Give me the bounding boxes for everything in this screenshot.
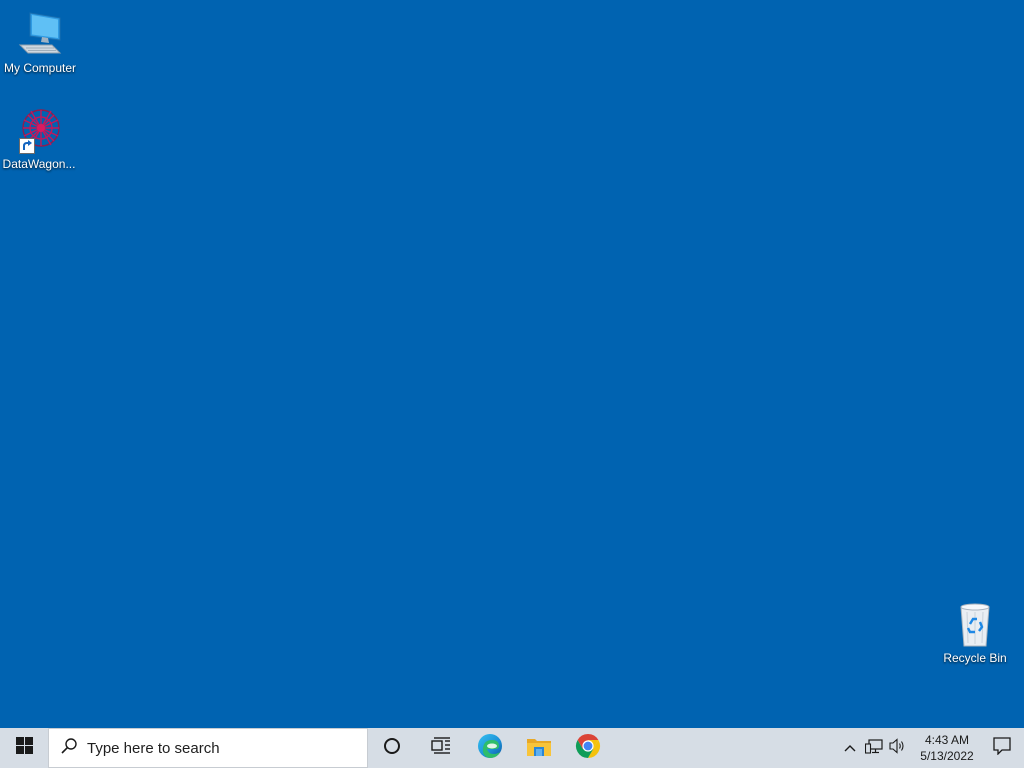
- cortana-icon: [383, 737, 401, 760]
- datawagon-icon: [15, 106, 63, 154]
- search-icon: [61, 737, 77, 759]
- network-button[interactable]: [862, 728, 886, 768]
- file-explorer-button[interactable]: [514, 728, 563, 768]
- edge-button[interactable]: [465, 728, 514, 768]
- chrome-button[interactable]: [563, 728, 612, 768]
- desktop-icon-my-computer[interactable]: My Computer: [1, 10, 79, 75]
- task-view-icon: [430, 736, 451, 760]
- desktop-icon-label: Recycle Bin: [943, 651, 1007, 665]
- search-input[interactable]: [87, 739, 347, 757]
- system-tray: 4:43 AM 5/13/2022: [838, 728, 1024, 768]
- taskbar: 4:43 AM 5/13/2022: [0, 728, 1024, 768]
- computer-icon: [16, 10, 64, 58]
- taskbar-search-box[interactable]: [48, 728, 368, 768]
- clock[interactable]: 4:43 AM 5/13/2022: [914, 732, 980, 764]
- notification-icon: [993, 736, 1011, 760]
- shortcut-arrow-icon: [19, 138, 35, 154]
- network-icon: [864, 738, 883, 759]
- desktop-icon-recycle-bin[interactable]: Recycle Bin: [936, 600, 1014, 665]
- edge-icon: [477, 733, 503, 764]
- desktop[interactable]: My Computer DataWagon... Recycle Bin: [0, 0, 1024, 728]
- volume-button[interactable]: [886, 728, 910, 768]
- show-hidden-icons-button[interactable]: [838, 728, 862, 768]
- desktop-icon-label: DataWagon...: [2, 157, 76, 171]
- start-button[interactable]: [0, 728, 48, 768]
- cortana-button[interactable]: [368, 728, 416, 768]
- clock-date: 5/13/2022: [920, 749, 974, 763]
- file-explorer-icon: [526, 734, 552, 763]
- clock-time: 4:43 AM: [924, 733, 970, 747]
- volume-icon: [889, 737, 907, 759]
- desktop-icon-datawagon[interactable]: DataWagon...: [0, 106, 78, 171]
- chevron-up-icon: [844, 739, 856, 757]
- chrome-icon: [575, 733, 601, 764]
- recycle-bin-icon: [951, 600, 999, 648]
- windows-logo-icon: [15, 737, 33, 759]
- desktop-icon-label: My Computer: [3, 61, 77, 75]
- action-center-button[interactable]: [980, 728, 1024, 768]
- task-view-button[interactable]: [416, 728, 465, 768]
